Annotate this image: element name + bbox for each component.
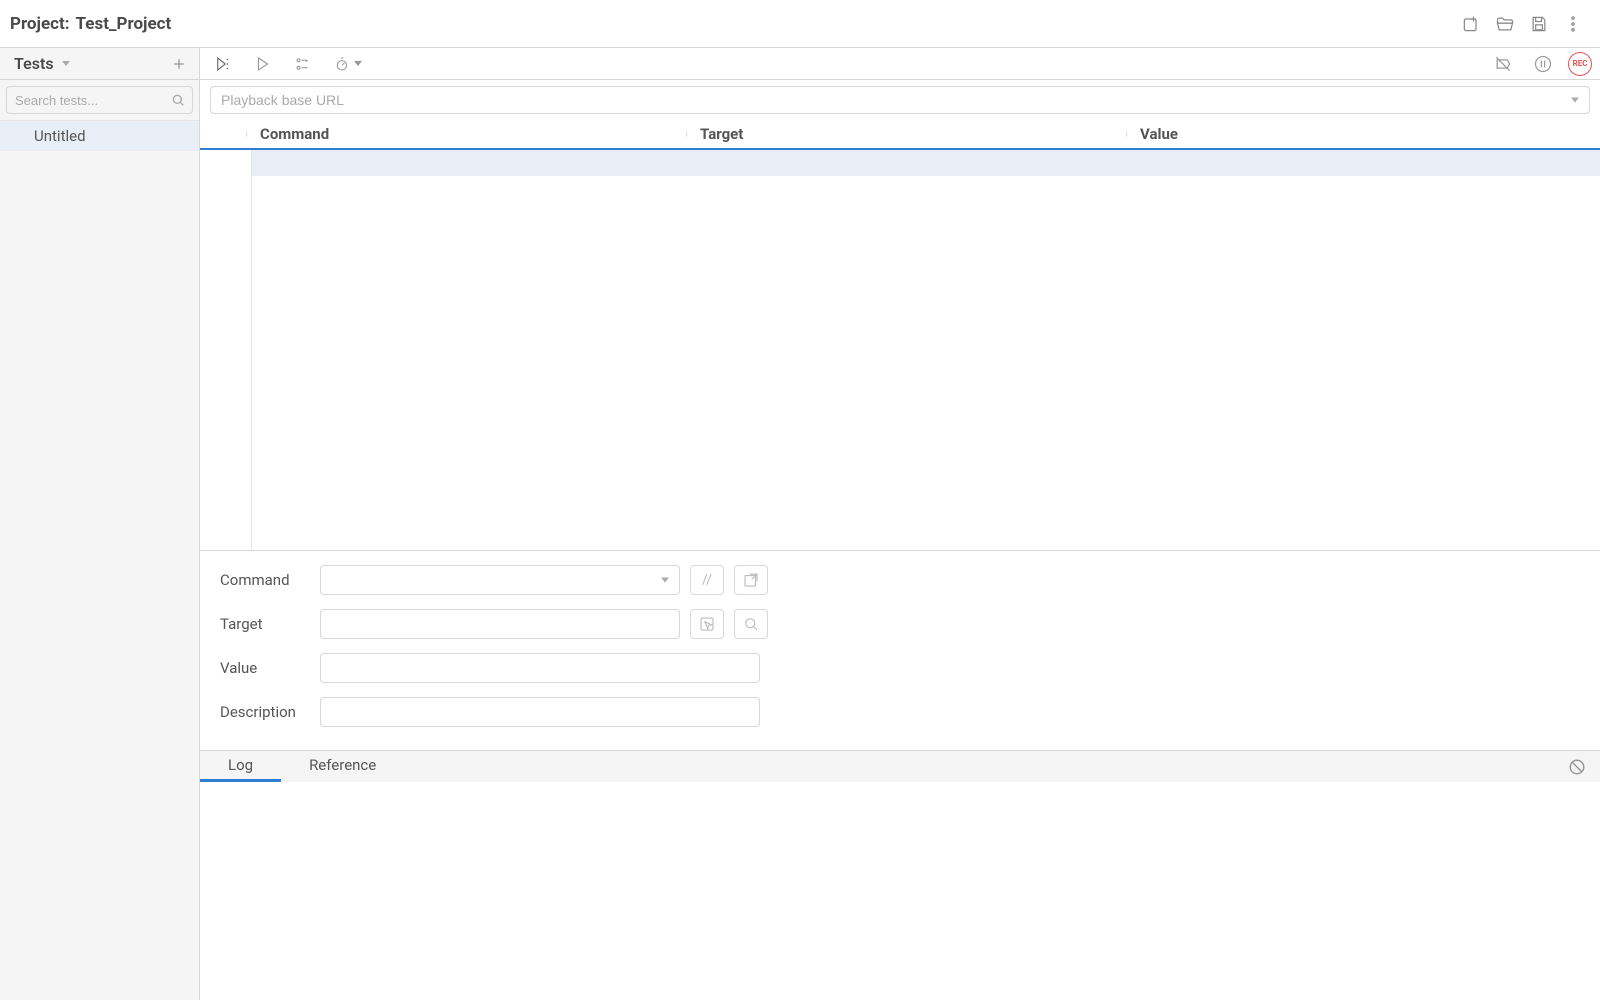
column-target-label: Target [700,125,743,143]
detail-value-input[interactable] [320,653,760,683]
grid-row[interactable] [252,150,1600,176]
grid-header: Command Target Value [200,120,1600,150]
chevron-down-icon[interactable] [1571,98,1579,103]
base-url-input[interactable] [221,92,1561,108]
chevron-down-icon [354,61,362,66]
tab-log-label: Log [228,756,253,774]
base-url-field [210,86,1590,114]
column-value[interactable]: Value [1132,125,1600,143]
play-icon [254,55,272,73]
select-target-icon [698,615,716,633]
save-icon [1529,14,1549,34]
grid-gutter [200,150,252,550]
test-item-label: Untitled [34,127,86,145]
more-menu-button[interactable] [1556,7,1590,41]
open-new-window-button[interactable] [734,565,768,595]
detail-target-label: Target [220,615,310,633]
commands-grid-area: Command Target Value [200,120,1600,550]
select-target-button[interactable] [690,609,724,639]
more-vertical-icon [1563,14,1583,34]
detail-description-label: Description [220,703,310,721]
column-command-label: Command [260,125,329,143]
run-all-button[interactable] [208,52,238,76]
tests-list: Untitled [0,121,199,1000]
column-value-label: Value [1140,125,1178,143]
find-target-button[interactable] [734,609,768,639]
record-label: REC [1573,59,1588,68]
clear-icon [1568,764,1586,780]
record-button[interactable]: REC [1568,52,1592,76]
search-tests [6,86,193,114]
timer-icon [334,56,362,72]
project-label: Project: [10,14,76,34]
main-content: REC Command Target [200,48,1600,1000]
column-target[interactable]: Target [692,125,1132,143]
grid-body[interactable] [200,150,1600,550]
pause-circle-icon [1533,54,1553,74]
folder-open-icon [1495,14,1515,34]
project-name: Test_Project [76,14,172,34]
tab-reference[interactable]: Reference [281,751,404,782]
tests-dropdown-label: Tests [14,54,54,73]
detail-description-input[interactable] [320,697,760,727]
console-tabs: Log Reference [200,750,1600,782]
test-item[interactable]: Untitled [0,121,199,151]
disable-breakpoints-icon [1493,54,1513,74]
step-over-icon [294,55,312,73]
new-project-button[interactable] [1454,7,1488,41]
new-project-icon [1461,14,1481,34]
step-over-button[interactable] [288,52,318,76]
open-new-window-icon [742,571,760,589]
chevron-down-icon [62,61,70,66]
detail-value-label: Value [220,659,310,677]
save-project-button[interactable] [1522,7,1556,41]
add-test-button[interactable] [167,52,191,76]
comment-icon: // [702,572,712,588]
detail-command-label: Command [220,571,310,589]
run-all-icon [214,55,232,73]
tests-sidebar: Tests U [0,48,200,1000]
disable-breakpoints-button[interactable] [1488,52,1518,76]
playback-toolbar: REC [200,48,1600,80]
run-current-button[interactable] [248,52,278,76]
open-project-button[interactable] [1488,7,1522,41]
detail-command-select[interactable] [320,565,680,595]
column-command[interactable]: Command [252,125,692,143]
command-detail-pane: Command // Target [200,550,1600,750]
pause-on-exceptions-button[interactable] [1528,52,1558,76]
search-tests-input[interactable] [15,93,164,108]
chevron-down-icon [661,578,669,583]
search-icon [170,92,186,108]
detail-target-input[interactable] [320,609,680,639]
toggle-comment-button[interactable]: // [690,565,724,595]
search-icon [742,615,760,633]
speed-button[interactable] [328,52,368,76]
console-body[interactable] [200,782,1600,1000]
plus-icon [171,56,187,72]
clear-log-button[interactable] [1568,758,1586,776]
project-bar: Project: Test_Project [0,0,1600,48]
tab-log[interactable]: Log [200,751,281,782]
tests-dropdown[interactable]: Tests [14,54,70,73]
tab-reference-label: Reference [309,756,376,774]
